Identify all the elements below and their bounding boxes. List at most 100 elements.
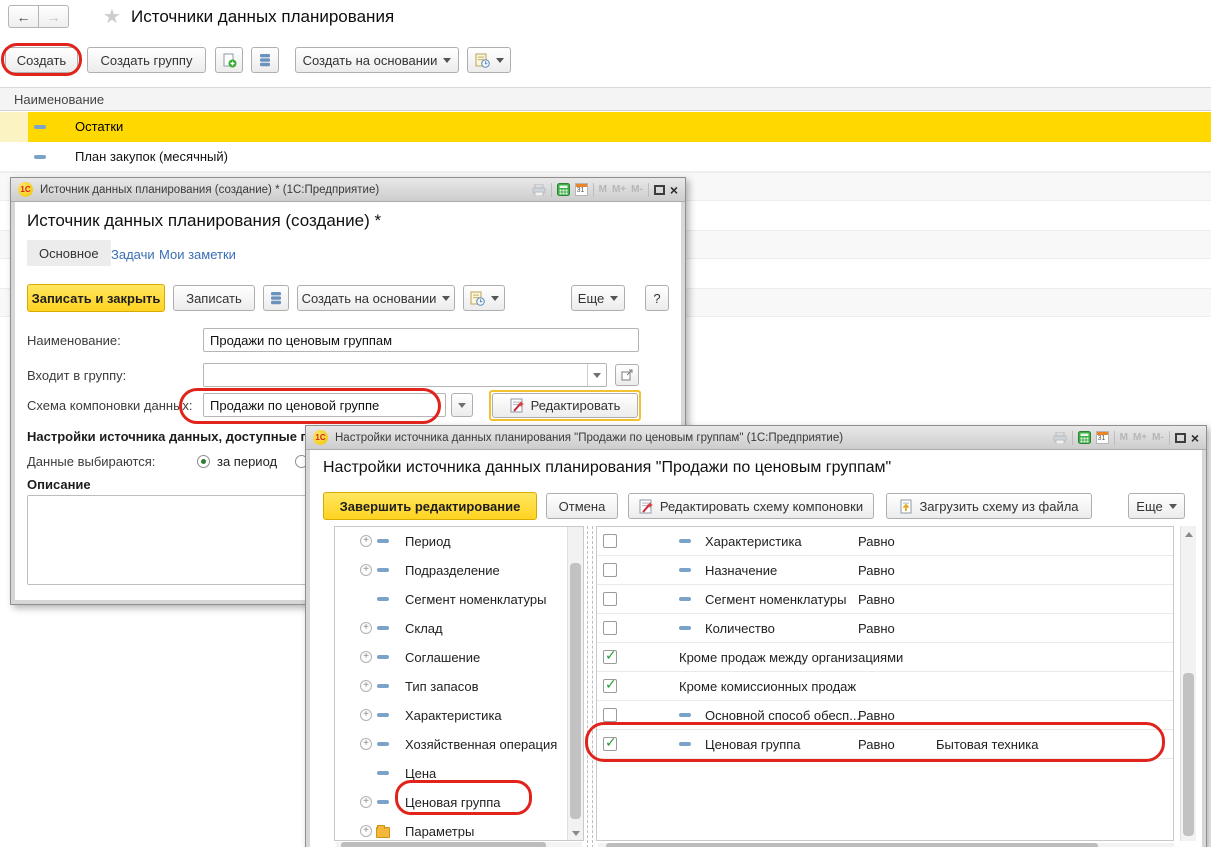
load-scheme-button[interactable]: Загрузить схему из файла xyxy=(886,493,1092,519)
tree-item[interactable]: + Ценовая группа xyxy=(335,788,583,817)
calculator-icon[interactable] xyxy=(557,183,570,196)
tree-item[interactable]: + Соглашение xyxy=(335,643,583,672)
edit-button[interactable]: Редактировать xyxy=(492,393,638,418)
create-group-button[interactable]: Создать группу xyxy=(87,47,206,73)
expand-icon[interactable]: + xyxy=(360,564,372,576)
maximize-button[interactable] xyxy=(654,185,665,195)
scrollbar-thumb[interactable] xyxy=(341,842,546,847)
conditions-hscrollbar[interactable] xyxy=(598,843,1174,847)
tree-scrollbar[interactable] xyxy=(567,527,583,840)
checkbox[interactable] xyxy=(603,563,617,577)
journal-button[interactable] xyxy=(251,47,279,73)
journal-button[interactable] xyxy=(263,285,289,311)
tree-item[interactable]: Сегмент номенклатуры xyxy=(335,585,583,614)
memory-m-button[interactable]: M xyxy=(599,184,607,195)
scheme-dropdown-button[interactable] xyxy=(451,393,473,417)
expand-icon[interactable]: + xyxy=(360,796,372,808)
finish-editing-button[interactable]: Завершить редактирование xyxy=(323,492,537,520)
more-button[interactable]: Еще xyxy=(1128,493,1185,519)
dropdown-button[interactable] xyxy=(587,364,606,386)
condition-row[interactable]: ✓ Ценовая группа Равно Бытовая техника xyxy=(597,730,1173,759)
report-button[interactable] xyxy=(467,47,511,73)
tree-item[interactable]: + Параметры xyxy=(335,817,583,841)
open-button[interactable] xyxy=(615,364,639,386)
forward-button[interactable]: → xyxy=(38,5,69,28)
scrollbar-thumb[interactable] xyxy=(1183,673,1194,836)
memory-m-button[interactable]: M xyxy=(1120,432,1128,443)
group-field[interactable] xyxy=(203,363,607,387)
save-close-button[interactable]: Записать и закрыть xyxy=(27,284,165,312)
radio-period[interactable] xyxy=(197,455,210,468)
scroll-up-icon[interactable] xyxy=(1185,532,1193,537)
close-button[interactable]: × xyxy=(670,183,678,197)
report-button[interactable] xyxy=(463,285,505,311)
tree-item[interactable]: + Характеристика xyxy=(335,701,583,730)
checkbox-checked[interactable]: ✓ xyxy=(603,679,617,693)
checkbox-checked[interactable]: ✓ xyxy=(603,650,617,664)
memory-mplus-button[interactable]: M+ xyxy=(612,184,626,195)
condition-row[interactable]: Количество Равно xyxy=(597,614,1173,643)
create-button[interactable]: Создать xyxy=(5,47,78,73)
tab-main[interactable]: Основное xyxy=(27,240,111,266)
create-based-on-button[interactable]: Создать на основании xyxy=(297,285,455,311)
condition-row[interactable]: Характеристика Равно xyxy=(597,527,1173,556)
expand-icon[interactable]: + xyxy=(360,825,372,837)
edit-scheme-button[interactable]: Редактировать схему компоновки xyxy=(628,493,874,519)
table-row-selected[interactable]: Остатки xyxy=(0,112,1211,142)
dialog-titlebar[interactable]: 1С Источник данных планирования (создани… xyxy=(11,178,685,202)
scheme-field[interactable]: Продажи по ценовой группе xyxy=(203,393,446,417)
maximize-button[interactable] xyxy=(1175,433,1186,443)
tab-tasks[interactable]: Задачи xyxy=(111,247,155,262)
scrollbar-thumb[interactable] xyxy=(570,563,581,819)
condition-row[interactable]: ✓ Кроме комиссионных продаж xyxy=(597,672,1173,701)
expand-icon[interactable]: + xyxy=(360,622,372,634)
dialog-titlebar[interactable]: 1С Настройки источника данных планирован… xyxy=(306,426,1206,450)
condition-row[interactable]: ✓ Кроме продаж между организациями xyxy=(597,643,1173,672)
more-button[interactable]: Еще xyxy=(571,285,625,311)
name-field[interactable]: Продажи по ценовым группам xyxy=(203,328,639,352)
table-row[interactable]: План закупок (месячный) xyxy=(0,142,1211,172)
checkbox[interactable] xyxy=(603,592,617,606)
condition-row[interactable]: Основной способ обесп... Равно xyxy=(597,701,1173,730)
checkbox[interactable] xyxy=(603,534,617,548)
expand-icon[interactable]: + xyxy=(360,709,372,721)
checkbox[interactable] xyxy=(603,708,617,722)
calendar-icon[interactable]: 31 xyxy=(575,183,588,196)
checkbox[interactable] xyxy=(603,621,617,635)
conditions-scrollbar[interactable] xyxy=(1180,526,1196,841)
pane-splitter[interactable] xyxy=(587,526,588,847)
scroll-down-icon[interactable] xyxy=(572,831,580,836)
memory-mminus-button[interactable]: M- xyxy=(631,184,643,195)
tree-item[interactable]: + Период xyxy=(335,527,583,556)
close-button[interactable]: × xyxy=(1191,431,1199,445)
tree-item[interactable]: Цена xyxy=(335,759,583,788)
back-button[interactable]: ← xyxy=(8,5,39,28)
checkbox-checked[interactable]: ✓ xyxy=(603,737,617,751)
memory-mplus-button[interactable]: M+ xyxy=(1133,432,1147,443)
save-button[interactable]: Записать xyxy=(173,285,255,311)
condition-row[interactable]: Сегмент номенклатуры Равно xyxy=(597,585,1173,614)
tree-item[interactable]: + Подразделение xyxy=(335,556,583,585)
expand-icon[interactable]: + xyxy=(360,680,372,692)
calendar-icon[interactable]: 31 xyxy=(1096,431,1109,444)
create-based-on-button[interactable]: Создать на основании xyxy=(295,47,459,73)
tree-hscrollbar[interactable] xyxy=(336,842,582,847)
expand-icon[interactable]: + xyxy=(360,651,372,663)
memory-mminus-button[interactable]: M- xyxy=(1152,432,1164,443)
calculator-icon[interactable] xyxy=(1078,431,1091,444)
cancel-button[interactable]: Отмена xyxy=(546,493,618,519)
favorite-star-icon[interactable]: ★ xyxy=(103,4,121,29)
tab-notes[interactable]: Мои заметки xyxy=(159,247,236,262)
tree-item[interactable]: + Хозяйственная операция xyxy=(335,730,583,759)
pane-splitter[interactable] xyxy=(592,526,593,847)
tree-item[interactable]: + Тип запасов xyxy=(335,672,583,701)
expand-icon[interactable]: + xyxy=(360,738,372,750)
scrollbar-thumb[interactable] xyxy=(606,843,1098,847)
print-icon[interactable] xyxy=(532,184,546,196)
help-button[interactable]: ? xyxy=(645,285,669,311)
print-icon[interactable] xyxy=(1053,432,1067,444)
expand-icon[interactable]: + xyxy=(360,535,372,547)
copy-button[interactable] xyxy=(215,47,243,73)
condition-row[interactable]: Назначение Равно xyxy=(597,556,1173,585)
column-header-name[interactable]: Наименование xyxy=(0,87,1211,111)
